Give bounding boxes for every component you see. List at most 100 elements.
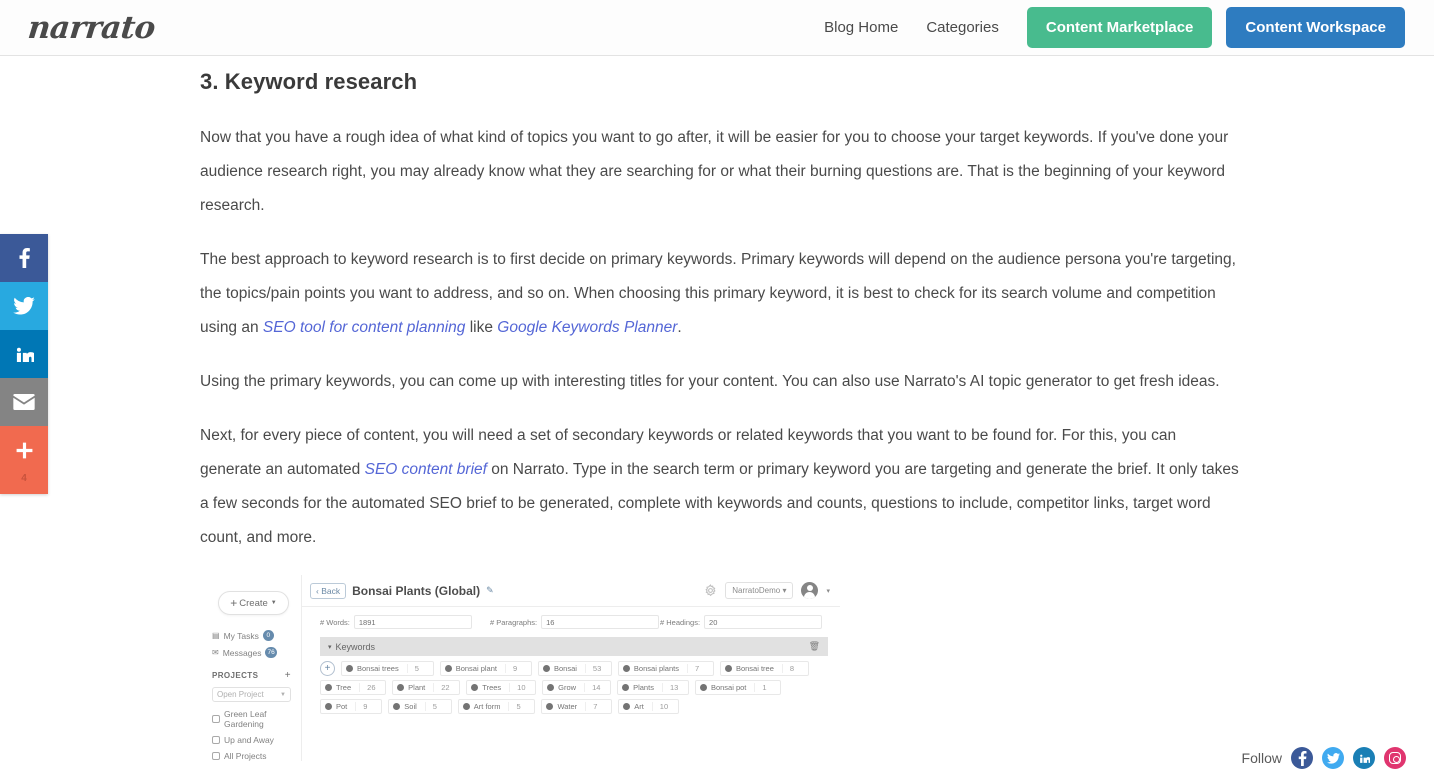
trash-icon[interactable]: 🗑 [809,641,820,652]
share-linkedin-button[interactable] [0,330,48,378]
embed-create-button[interactable]: + Create ▼ [218,591,289,615]
embed-sidebar-item-messages[interactable]: ✉ Messages 76 [200,644,301,661]
link-seo-content-brief[interactable]: SEO content brief [365,461,487,478]
embed-keywords-section-label: Keywords [335,641,376,652]
embed-create-label: Create [239,597,268,609]
add-project-icon[interactable]: + [285,670,291,681]
keyword-settings-icon[interactable] [325,684,332,691]
add-keyword-button[interactable]: + [320,661,335,676]
keyword-settings-icon[interactable] [699,684,707,691]
embed-main-panel: ‹ Back Bonsai Plants (Global) ✎ NarratoD… [302,575,840,761]
keyword-count: 9 [504,664,531,673]
keyword-settings-icon[interactable] [623,703,631,710]
nav-link-categories[interactable]: Categories [912,11,1013,44]
share-twitter-button[interactable] [0,282,48,330]
keyword-term: Plant [408,683,426,692]
embed-open-project-select[interactable]: Open Project ▼ [212,687,291,702]
keyword-settings-icon[interactable] [471,684,479,691]
keyword-chip[interactable]: Art 10 [618,699,679,714]
follow-linkedin-icon[interactable] [1353,747,1375,769]
content-workspace-button[interactable]: Content Workspace [1226,7,1405,48]
paragraph-4: Next, for every piece of content, you wi… [200,419,1240,555]
embed-tenant-selector[interactable]: NarratoDemo ▾ [725,582,794,599]
keyword-count: 5 [424,702,451,711]
embed-words-input[interactable]: 1891 [353,615,472,629]
keyword-settings-icon[interactable] [542,665,550,672]
embed-topbar-right: NarratoDemo ▾ ▾ [704,582,830,599]
keyword-settings-icon[interactable] [444,665,452,672]
keyword-chip[interactable]: Soil 5 [388,699,452,714]
nav-link-blog-home[interactable]: Blog Home [810,11,912,44]
link-google-keywords-planner[interactable]: Google Keywords Planner [497,319,677,336]
share-facebook-button[interactable] [0,234,48,282]
follow-twitter-icon[interactable] [1322,747,1344,769]
linkedin-icon [15,345,34,364]
keyword-term: Art [634,702,644,711]
embed-project-green-leaf-gardening[interactable]: Green Leaf Gardening [200,706,301,732]
paragraph-2: The best approach to keyword research is… [200,243,1240,345]
keyword-chip[interactable]: Plant 22 [392,680,461,695]
keyword-settings-icon[interactable] [622,684,630,691]
keyword-settings-icon[interactable] [462,703,470,710]
keyword-term: Plants [633,683,654,692]
keyword-chip[interactable]: Trees 10 [466,680,537,695]
keyword-settings-icon[interactable] [325,703,332,710]
keyword-term: Tree [336,683,352,692]
embed-stat-words: # Words: 1891 [320,615,490,629]
keyword-count: 53 [584,664,611,673]
follow-instagram-icon[interactable] [1384,747,1406,769]
embed-headings-input[interactable]: 20 [704,615,823,629]
embed-tenant-label: NarratoDemo [732,586,781,595]
embed-sidebar-item-my-tasks[interactable]: ▤ My Tasks 0 [200,627,301,644]
embed-paragraphs-input[interactable]: 16 [541,615,660,629]
paragraph-1: Now that you have a rough idea of what k… [200,129,1229,214]
embed-stat-label: # Headings: [660,617,701,627]
embed-project-up-and-away[interactable]: Up and Away [200,732,301,748]
keyword-term: Bonsai plants [633,664,679,673]
embed-project-label: Up and Away [224,735,274,745]
follow-widget: Follow [1242,747,1406,769]
keyword-settings-icon[interactable] [346,665,353,672]
keyword-chip[interactable]: Pot 9 [320,699,383,714]
keyword-chip[interactable]: Tree 26 [320,680,387,695]
keyword-term: Art form [473,702,501,711]
link-seo-tool-for-content-planning[interactable]: SEO tool for content planning [263,319,466,336]
content-marketplace-button[interactable]: Content Marketplace [1026,7,1213,48]
embed-keywords-list: + Bonsai trees 5 Bonsai plant 9 Bonsai 53 Bons… [320,661,828,714]
keyword-chip[interactable]: Grow 14 [542,680,612,695]
embed-keywords-section-header[interactable]: ▾ Keywords 🗑 [320,637,828,656]
keyword-settings-icon[interactable] [546,703,554,710]
keyword-settings-icon[interactable] [397,684,405,691]
embed-stat-label: # Paragraphs: [490,617,538,627]
keyword-chip[interactable]: Water 7 [541,699,613,714]
edit-pencil-icon[interactable]: ✎ [486,585,494,596]
keyword-settings-icon[interactable] [547,684,555,691]
chevron-down-icon: ▼ [270,600,277,606]
embed-messages-badge: 76 [265,647,277,658]
site-logo[interactable]: narrato [26,0,157,56]
keyword-chip[interactable]: Plants 13 [617,680,689,695]
share-email-button[interactable] [0,378,48,426]
keyword-chip[interactable]: Bonsai plant 9 [439,661,532,676]
keyword-count: 8 [781,664,808,673]
share-more-wrapper: 4 [0,426,48,494]
embed-project-all-projects[interactable]: All Projects [200,748,301,761]
share-more-button[interactable] [0,426,48,474]
keyword-chip[interactable]: Bonsai pot 1 [694,680,782,695]
keyword-term: Bonsai [553,664,577,673]
keyword-chip[interactable]: Bonsai 53 [537,661,612,676]
keyword-chip[interactable]: Bonsai tree 8 [719,661,809,676]
embed-back-button[interactable]: ‹ Back [310,582,347,599]
keyword-settings-icon[interactable] [724,665,732,672]
keyword-chip[interactable]: Art form 5 [457,699,536,714]
keyword-chip[interactable]: Bonsai trees 5 [341,661,434,676]
keyword-chip[interactable]: Bonsai plants 7 [617,661,714,676]
keyword-settings-icon[interactable] [622,665,630,672]
gear-icon[interactable] [704,584,717,597]
keyword-settings-icon[interactable] [393,703,401,710]
avatar[interactable] [801,582,819,599]
keyword-count: 22 [433,683,459,692]
twitter-icon [13,297,35,315]
follow-facebook-icon[interactable] [1291,747,1313,769]
chevron-down-icon[interactable]: ▾ [826,587,830,595]
